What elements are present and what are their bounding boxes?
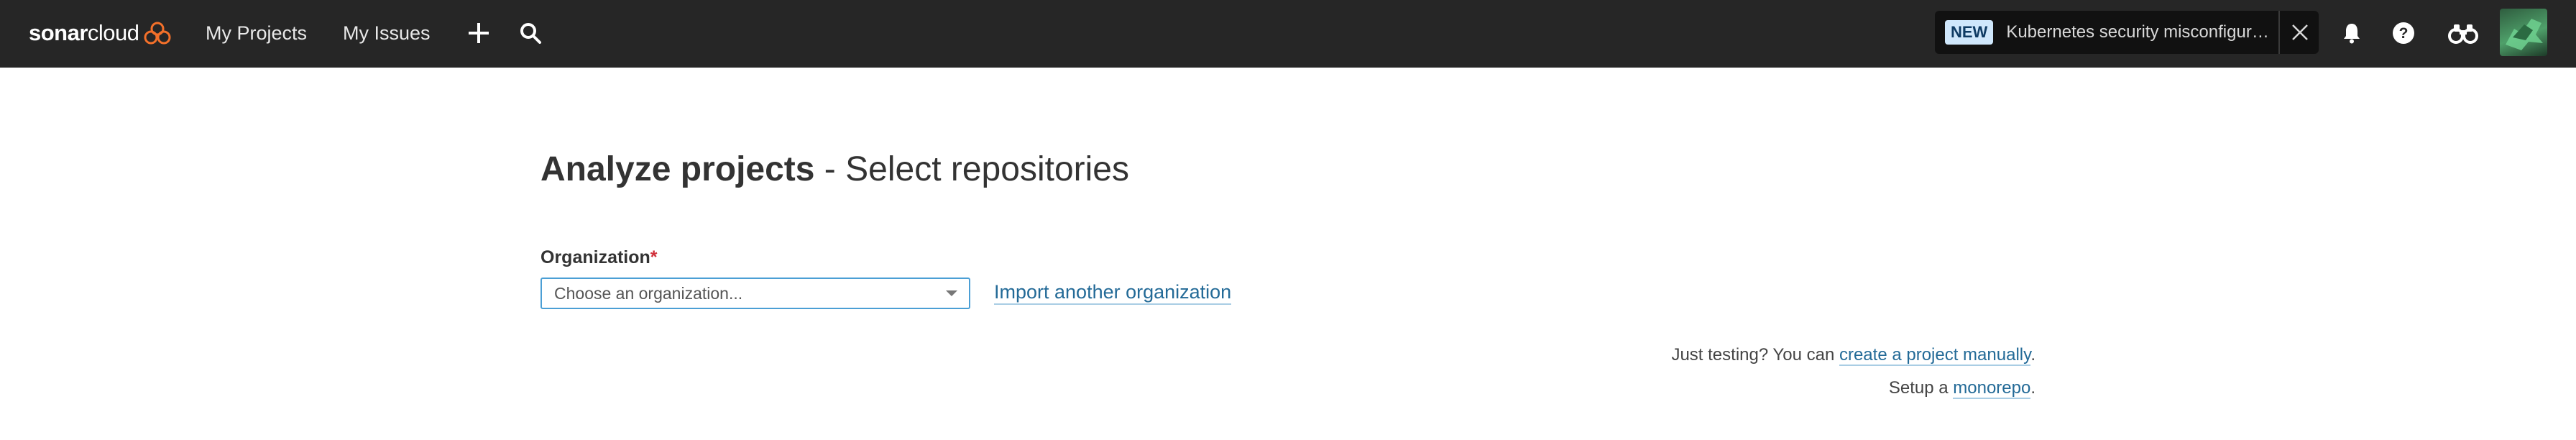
cloud-logo-icon <box>144 22 171 45</box>
logo-text: sonarcloud <box>29 20 139 46</box>
promo-divider <box>2278 11 2280 54</box>
logo-text-bold: sonar <box>29 20 88 45</box>
required-mark: * <box>650 247 658 267</box>
nav-my-issues[interactable]: My Issues <box>343 20 431 46</box>
monorepo-hint-suffix: . <box>2030 378 2036 398</box>
testing-hint: Just testing? You can create a project m… <box>1671 345 2036 366</box>
nav-my-projects[interactable]: My Projects <box>206 20 307 46</box>
close-icon[interactable] <box>2286 18 2314 47</box>
avatar-image <box>2506 19 2543 50</box>
promo-text[interactable]: Kubernetes security misconfigurations <box>2006 22 2271 42</box>
top-navigation-bar: sonarcloud My Projects My Issues NEW Kub… <box>0 0 2576 68</box>
bell-icon[interactable] <box>2338 19 2365 47</box>
sonarcloud-logo[interactable]: sonarcloud <box>29 17 171 49</box>
logo-text-regular: cloud <box>87 20 139 45</box>
create-project-manually-link[interactable]: create a project manually <box>1839 345 2031 366</box>
help-icon[interactable]: ? <box>2390 19 2417 47</box>
caret-down-icon <box>946 290 957 296</box>
monorepo-hint-prefix: Setup a <box>1888 378 1954 398</box>
binoculars-icon[interactable] <box>2447 19 2479 47</box>
import-organization-link[interactable]: Import another organization <box>994 280 1232 305</box>
new-badge: NEW <box>1945 20 1994 45</box>
search-icon[interactable] <box>517 19 544 47</box>
promo-banner[interactable]: NEW Kubernetes security misconfiguration… <box>1935 11 2319 54</box>
user-avatar[interactable] <box>2500 9 2547 56</box>
organization-label: Organization* <box>540 247 658 268</box>
organization-select-placeholder: Choose an organization... <box>554 284 743 303</box>
monorepo-link[interactable]: monorepo <box>1953 378 2031 399</box>
svg-text:?: ? <box>2399 25 2409 42</box>
page-title-rest: - Select repositories <box>814 150 1129 188</box>
testing-hint-suffix: . <box>2030 345 2036 365</box>
testing-hint-prefix: Just testing? You can <box>1671 345 1839 365</box>
monorepo-hint: Setup a monorepo. <box>1888 378 2036 399</box>
page-title: Analyze projects - Select repositories <box>540 150 1129 189</box>
organization-select[interactable]: Choose an organization... <box>540 278 970 309</box>
organization-label-text: Organization <box>540 247 650 267</box>
plus-icon[interactable] <box>465 19 492 47</box>
page-title-strong: Analyze projects <box>540 150 815 188</box>
